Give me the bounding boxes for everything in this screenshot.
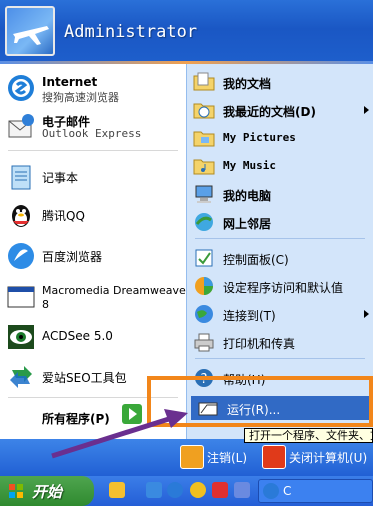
recent-item-acdsee[interactable]: ACDSee 5.0	[6, 320, 184, 354]
power-icon	[262, 445, 286, 469]
place-label: 我的文档	[223, 77, 272, 91]
key-icon	[180, 445, 204, 469]
place-recent-documents[interactable]: 我最近的文档(D)	[193, 98, 369, 122]
place-label: My Music	[223, 159, 276, 172]
place-network[interactable]: 网上邻居	[193, 210, 369, 234]
separator	[195, 358, 365, 359]
separator	[8, 150, 178, 151]
computer-icon	[195, 185, 213, 203]
pinned-item-title: Internet	[42, 75, 98, 89]
recent-item-notepad[interactable]: 记事本	[6, 160, 184, 194]
quicklaunch-image-icon[interactable]	[234, 482, 250, 498]
place-label: 我最近的文档(D)	[223, 105, 316, 119]
folder-recent-icon	[193, 103, 215, 119]
start-label: 开始	[32, 483, 63, 501]
recent-item-dreamweaver[interactable]: Macromedia Dreamweaver 8	[6, 280, 190, 314]
user-avatar	[5, 6, 55, 56]
pinned-item-subtitle: 搜狗高速浏览器	[42, 91, 119, 104]
control-panel-icon	[195, 249, 213, 267]
acdsee-eye-icon	[8, 325, 34, 349]
place-program-access[interactable]: 设定程序访问和默认值	[193, 274, 369, 298]
place-label: My Pictures	[223, 131, 296, 144]
place-my-computer[interactable]: 我的电脑	[193, 182, 369, 206]
arrow-right-icon[interactable]	[122, 404, 142, 424]
pinned-item-subtitle: Outlook Express	[42, 127, 142, 140]
place-printers[interactable]: 打印机和传真	[193, 330, 369, 354]
taskbar-window-button[interactable]: C	[258, 479, 373, 503]
chevron-right-icon	[364, 106, 369, 114]
username: Administrator	[64, 22, 198, 42]
outlook-icon	[8, 114, 34, 138]
recent-item-qq[interactable]: 腾讯QQ	[6, 198, 184, 232]
pinned-item-internet[interactable]: Internet 搜狗高速浏览器	[6, 71, 184, 105]
quicklaunch-browser-icon[interactable]	[146, 482, 162, 498]
qq-penguin-icon	[12, 205, 30, 227]
recent-item-baidu-browser[interactable]: 百度浏览器	[6, 239, 184, 273]
place-my-music[interactable]: My Music	[193, 154, 369, 178]
place-label: 连接到(T)	[223, 309, 276, 323]
folder-pictures-icon	[193, 131, 215, 147]
place-control-panel[interactable]: 控制面板(C)	[193, 246, 369, 270]
quicklaunch-plus-icon[interactable]	[190, 482, 206, 498]
printer-icon	[194, 333, 214, 352]
recent-item-label: 记事本	[42, 171, 79, 185]
place-my-documents[interactable]: 我的文档	[193, 70, 369, 94]
taskbar-window-label: C	[283, 484, 292, 498]
shutdown-button[interactable]: 关闭计算机(U)	[262, 443, 373, 469]
windows-logo-icon	[9, 484, 23, 498]
shutdown-label: 关闭计算机(U)	[289, 451, 368, 465]
all-programs-label[interactable]: 所有程序(P)	[42, 410, 110, 427]
network-icon	[195, 213, 213, 231]
highlight-box	[147, 376, 373, 427]
quicklaunch-app-icon[interactable]	[109, 482, 125, 498]
recent-item-label: 腾讯QQ	[42, 209, 85, 223]
aizhan-seo-icon	[10, 366, 32, 388]
pinned-item-email[interactable]: 电子邮件 Outlook Express	[6, 109, 184, 143]
recent-item-label-line2: 8	[42, 298, 49, 311]
place-connect-to[interactable]: 连接到(T)	[193, 302, 369, 326]
folder-documents-icon	[193, 72, 215, 91]
place-my-pictures[interactable]: My Pictures	[193, 126, 369, 150]
chevron-right-icon	[364, 310, 369, 318]
airplane-icon	[13, 26, 49, 45]
logoff-button[interactable]: 注销(L)	[180, 443, 260, 469]
separator	[195, 238, 365, 239]
place-label: 控制面板(C)	[223, 253, 289, 267]
place-label: 打印机和传真	[223, 337, 296, 351]
quicklaunch-sogou-icon[interactable]	[167, 482, 183, 498]
program-defaults-icon	[195, 277, 213, 295]
place-label: 网上邻居	[223, 217, 272, 231]
run-tooltip: 打开一个程序、文件夹、文档	[244, 428, 373, 443]
baidu-browser-icon	[8, 243, 34, 269]
place-label: 我的电脑	[223, 189, 272, 203]
recent-item-label: ACDSee 5.0	[42, 329, 113, 343]
recent-item-label: 爱站SEO工具包	[42, 371, 127, 385]
sogou-browser-icon	[263, 483, 279, 499]
application-window-icon	[7, 286, 35, 308]
recent-item-label: Macromedia Dreamweaver	[42, 284, 191, 297]
notepad-icon	[11, 165, 31, 190]
logoff-label: 注销(L)	[207, 451, 248, 465]
quicklaunch-red-icon[interactable]	[212, 482, 228, 498]
recent-item-label: 百度浏览器	[42, 250, 103, 264]
start-button[interactable]: 开始	[0, 476, 94, 506]
browser-icon	[8, 75, 34, 101]
place-label: 设定程序访问和默认值	[223, 281, 344, 295]
globe-connection-icon	[195, 305, 213, 323]
folder-music-icon	[193, 159, 215, 175]
